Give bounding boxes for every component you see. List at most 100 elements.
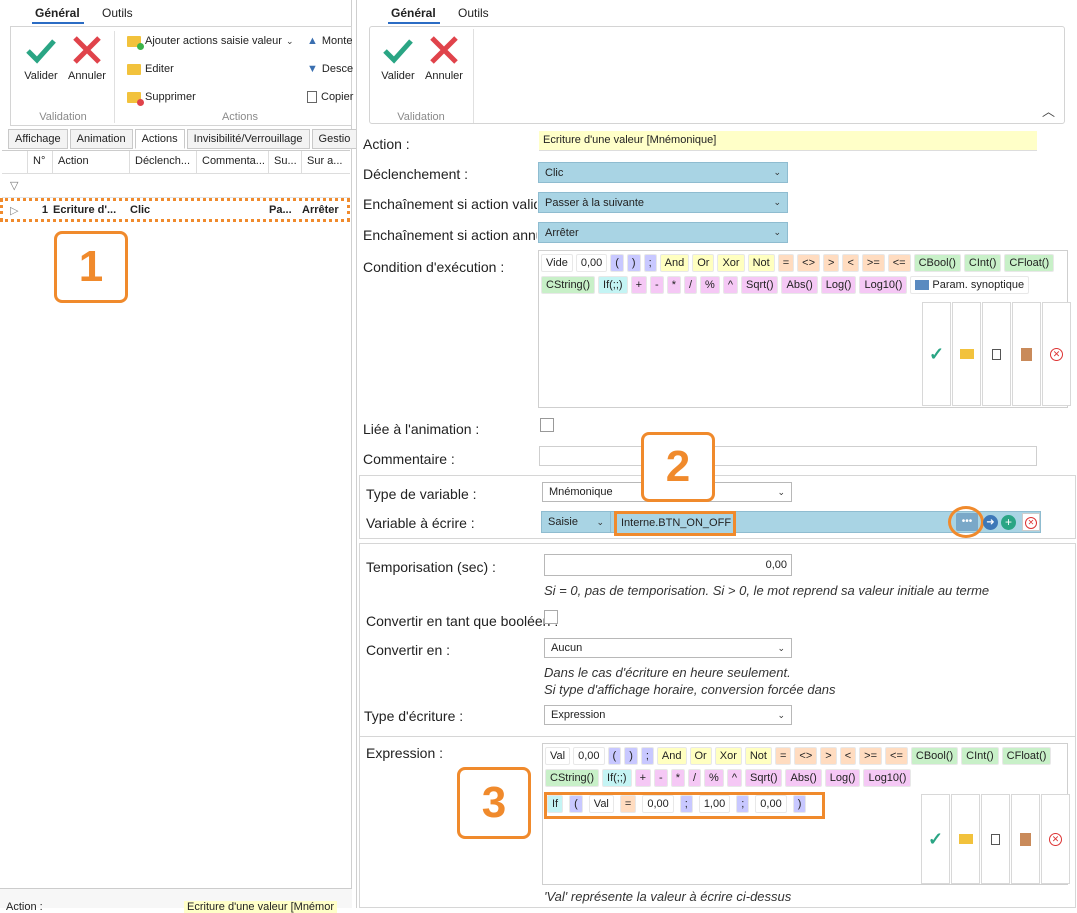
condition-token[interactable]: Abs(): [781, 276, 818, 294]
col-su[interactable]: Su...: [269, 151, 302, 173]
tab-general[interactable]: Général: [391, 6, 436, 20]
tab-animation[interactable]: Animation: [69, 129, 133, 149]
validate-button[interactable]: Valider: [19, 33, 63, 82]
condition-token[interactable]: <: [842, 254, 859, 272]
edit-button[interactable]: Editer: [127, 63, 174, 75]
expression-token[interactable]: Val: [545, 747, 571, 765]
validate-button[interactable]: Valider: [376, 33, 420, 82]
col-comment[interactable]: Commenta...: [197, 151, 269, 173]
col-trigger[interactable]: Déclench...: [130, 151, 197, 173]
condition-token[interactable]: Sqrt(): [740, 276, 779, 294]
expression-token[interactable]: 0,00: [573, 747, 605, 765]
expression-token[interactable]: Log(): [824, 769, 861, 787]
condition-open-button[interactable]: [952, 302, 981, 406]
expression-token[interactable]: <=: [885, 747, 908, 765]
condition-token[interactable]: <=: [887, 254, 911, 272]
condition-token[interactable]: %: [700, 276, 720, 294]
clear-variable-button[interactable]: ✕: [1022, 513, 1040, 531]
expression-copy-button[interactable]: [981, 794, 1010, 884]
condition-token[interactable]: CBool(): [913, 254, 961, 272]
expression-token[interactable]: Xor: [714, 747, 742, 765]
timer-input[interactable]: 0,00: [544, 554, 792, 576]
expression-token[interactable]: CString(): [545, 769, 600, 787]
condition-token[interactable]: Log(): [820, 276, 857, 294]
condition-token[interactable]: Vide: [541, 254, 573, 272]
condition-token[interactable]: =: [777, 254, 795, 272]
condition-token[interactable]: Or: [692, 254, 715, 272]
condition-token[interactable]: >=: [861, 254, 885, 272]
col-num[interactable]: N°: [28, 151, 53, 173]
tab-actions[interactable]: Actions: [134, 129, 185, 149]
arrow-right-icon[interactable]: ➜: [983, 515, 998, 530]
cancel-button[interactable]: Annuler: [422, 33, 466, 82]
condition-copy-button[interactable]: [982, 302, 1011, 406]
expression-token[interactable]: -: [654, 769, 668, 787]
condition-token[interactable]: ^: [722, 276, 738, 294]
expression-token[interactable]: CInt(): [961, 747, 999, 765]
expression-token[interactable]: ): [624, 747, 638, 765]
filter-icon[interactable]: ▽: [10, 179, 18, 192]
expression-token[interactable]: Not: [744, 747, 772, 765]
tab-outils[interactable]: Outils: [458, 6, 489, 20]
cancel-button[interactable]: Annuler: [65, 33, 109, 82]
col-action[interactable]: Action: [53, 151, 130, 173]
expression-validate-button[interactable]: ✓: [921, 794, 950, 884]
on-cancel-select[interactable]: Arrêter ⌄: [538, 222, 788, 243]
add-icon[interactable]: +: [1001, 515, 1016, 530]
linked-checkbox[interactable]: [540, 418, 554, 432]
condition-token[interactable]: Log10(): [859, 276, 908, 294]
expression-token[interactable]: >: [820, 747, 837, 765]
condition-token[interactable]: +: [630, 276, 648, 294]
expression-clear-button[interactable]: ✕: [1041, 794, 1070, 884]
bool-checkbox[interactable]: [544, 610, 558, 624]
condition-token[interactable]: Param. synoptique: [910, 276, 1030, 294]
expression-token[interactable]: Log10(): [863, 769, 912, 787]
col-sur[interactable]: Sur a...: [302, 151, 350, 173]
expression-open-button[interactable]: [951, 794, 980, 884]
convert-select[interactable]: Aucun ⌄: [544, 638, 792, 658]
condition-paste-button[interactable]: [1012, 302, 1041, 406]
expression-token[interactable]: >=: [859, 747, 883, 765]
condition-token[interactable]: CString(): [541, 276, 596, 294]
expression-token[interactable]: CFloat(): [1001, 747, 1052, 765]
expression-token[interactable]: CBool(): [910, 747, 959, 765]
expression-token[interactable]: And: [656, 747, 687, 765]
tab-general[interactable]: Général: [35, 6, 80, 20]
condition-token[interactable]: ): [626, 254, 641, 272]
condition-clear-button[interactable]: ✕: [1042, 302, 1071, 406]
condition-token[interactable]: ;: [643, 254, 657, 272]
copy-button[interactable]: Copier: [307, 91, 353, 103]
expression-token[interactable]: ;: [640, 747, 654, 765]
condition-token[interactable]: /: [683, 276, 698, 294]
move-down-button[interactable]: ▼ Desce: [307, 63, 353, 75]
collapse-ribbon-icon[interactable]: ︿: [1042, 101, 1055, 120]
expression-token[interactable]: *: [670, 769, 685, 787]
expression-paste-button[interactable]: [1011, 794, 1040, 884]
expression-token[interactable]: %: [704, 769, 724, 787]
condition-token[interactable]: >: [823, 254, 840, 272]
condition-token[interactable]: CFloat(): [1004, 254, 1055, 272]
expression-token[interactable]: /: [687, 769, 702, 787]
condition-token[interactable]: *: [666, 276, 681, 294]
condition-validate-button[interactable]: ✓: [922, 302, 951, 406]
expression-token[interactable]: Or: [689, 747, 712, 765]
trigger-select[interactable]: Clic ⌄: [538, 162, 788, 183]
expression-token[interactable]: If(;;): [602, 769, 632, 787]
var-mode-select[interactable]: Saisie ⌄: [541, 511, 611, 533]
tab-outils[interactable]: Outils: [102, 6, 133, 20]
tab-invisibilite[interactable]: Invisibilité/Verrouillage: [186, 129, 310, 149]
condition-token[interactable]: (: [610, 254, 624, 272]
comment-input[interactable]: [539, 446, 1037, 466]
condition-token[interactable]: Not: [747, 254, 775, 272]
condition-token[interactable]: 0,00: [575, 254, 608, 272]
condition-token[interactable]: If(;;): [598, 276, 628, 294]
condition-token[interactable]: <>: [797, 254, 821, 272]
write-type-select[interactable]: Expression ⌄: [544, 705, 792, 725]
condition-token[interactable]: Xor: [717, 254, 745, 272]
on-valid-select[interactable]: Passer à la suivante ⌄: [538, 192, 788, 213]
tab-gestion[interactable]: Gestio: [311, 129, 358, 149]
expression-token[interactable]: Sqrt(): [744, 769, 783, 787]
expression-token[interactable]: ^: [726, 769, 742, 787]
move-up-button[interactable]: ▲ Monte: [307, 35, 352, 47]
condition-input[interactable]: [539, 300, 921, 407]
